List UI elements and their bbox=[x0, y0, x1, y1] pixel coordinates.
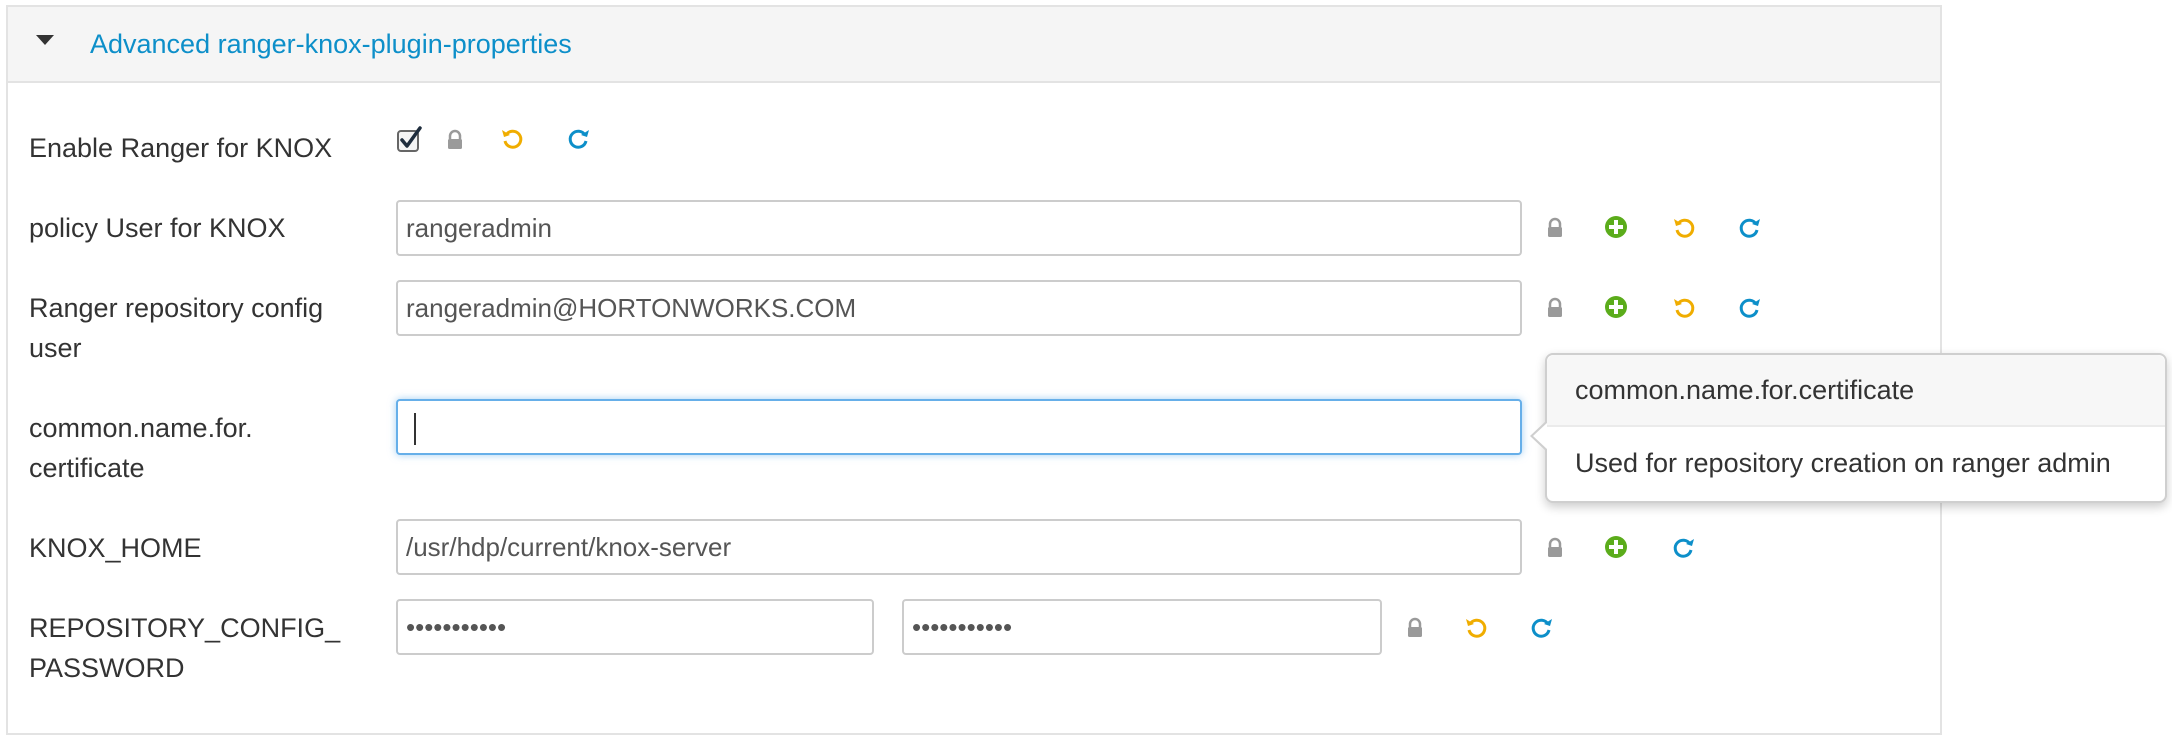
undo-icon[interactable] bbox=[1464, 615, 1488, 639]
lock-icon bbox=[1548, 537, 1562, 557]
plus-circle-icon[interactable] bbox=[1604, 215, 1628, 239]
text-cursor bbox=[414, 413, 416, 446]
refresh-icon[interactable] bbox=[1738, 295, 1762, 319]
enable-ranger-label: Enable Ranger for KNOX bbox=[29, 133, 333, 163]
knox-home-label: KNOX_HOME bbox=[29, 533, 202, 563]
common-name-label: common.name.for. certificate bbox=[29, 408, 359, 488]
common-name-input[interactable] bbox=[396, 399, 1522, 455]
section-header[interactable]: Advanced ranger-knox-plugin-properties bbox=[8, 7, 1940, 83]
repo-password-label-line2: PASSWORD bbox=[29, 653, 185, 683]
lock-icon bbox=[1548, 297, 1562, 317]
knox-home-input[interactable]: /usr/hdp/current/knox-server bbox=[396, 519, 1522, 575]
repo-config-user-input[interactable]: rangeradmin@HORTONWORKS.COM bbox=[396, 280, 1522, 336]
section-title[interactable]: Advanced ranger-knox-plugin-properties bbox=[90, 29, 572, 60]
undo-icon[interactable] bbox=[1672, 215, 1696, 239]
plus-circle-icon[interactable] bbox=[1604, 535, 1628, 559]
undo-icon[interactable] bbox=[1672, 295, 1696, 319]
repo-password-label: REPOSITORY_CONFIG_ PASSWORD bbox=[29, 608, 359, 688]
tooltip-title: common.name.for.certificate bbox=[1547, 355, 2165, 427]
repo-password-confirm-input[interactable]: ••••••••••• bbox=[902, 599, 1382, 655]
tooltip-body: Used for repository creation on ranger a… bbox=[1575, 448, 2111, 478]
caret-down-icon[interactable] bbox=[36, 35, 54, 45]
refresh-icon[interactable] bbox=[1672, 535, 1696, 559]
enable-ranger-checkbox[interactable] bbox=[396, 126, 424, 154]
lock-icon bbox=[1548, 217, 1562, 237]
policy-user-label: policy User for KNOX bbox=[29, 213, 286, 243]
undo-icon[interactable] bbox=[500, 126, 524, 150]
tooltip-arrow bbox=[1530, 420, 1548, 452]
lock-icon bbox=[448, 129, 462, 149]
refresh-icon[interactable] bbox=[567, 126, 591, 150]
repo-config-user-label-line2: user bbox=[29, 333, 82, 363]
policy-user-input[interactable]: rangeradmin bbox=[396, 200, 1522, 256]
repo-password-input[interactable]: ••••••••••• bbox=[396, 599, 874, 655]
plus-circle-icon[interactable] bbox=[1604, 295, 1628, 319]
property-tooltip: common.name.for.certificate Used for rep… bbox=[1530, 353, 2167, 503]
common-name-label-line1: common.name.for. bbox=[29, 413, 253, 443]
repo-config-user-label: Ranger repository config user bbox=[29, 288, 359, 368]
refresh-icon[interactable] bbox=[1530, 615, 1554, 639]
repo-config-user-label-line1: Ranger repository config bbox=[29, 293, 324, 323]
common-name-label-line2: certificate bbox=[29, 453, 145, 483]
repo-password-label-line1: REPOSITORY_CONFIG_ bbox=[29, 613, 341, 643]
refresh-icon[interactable] bbox=[1738, 215, 1762, 239]
lock-icon bbox=[1408, 617, 1422, 637]
